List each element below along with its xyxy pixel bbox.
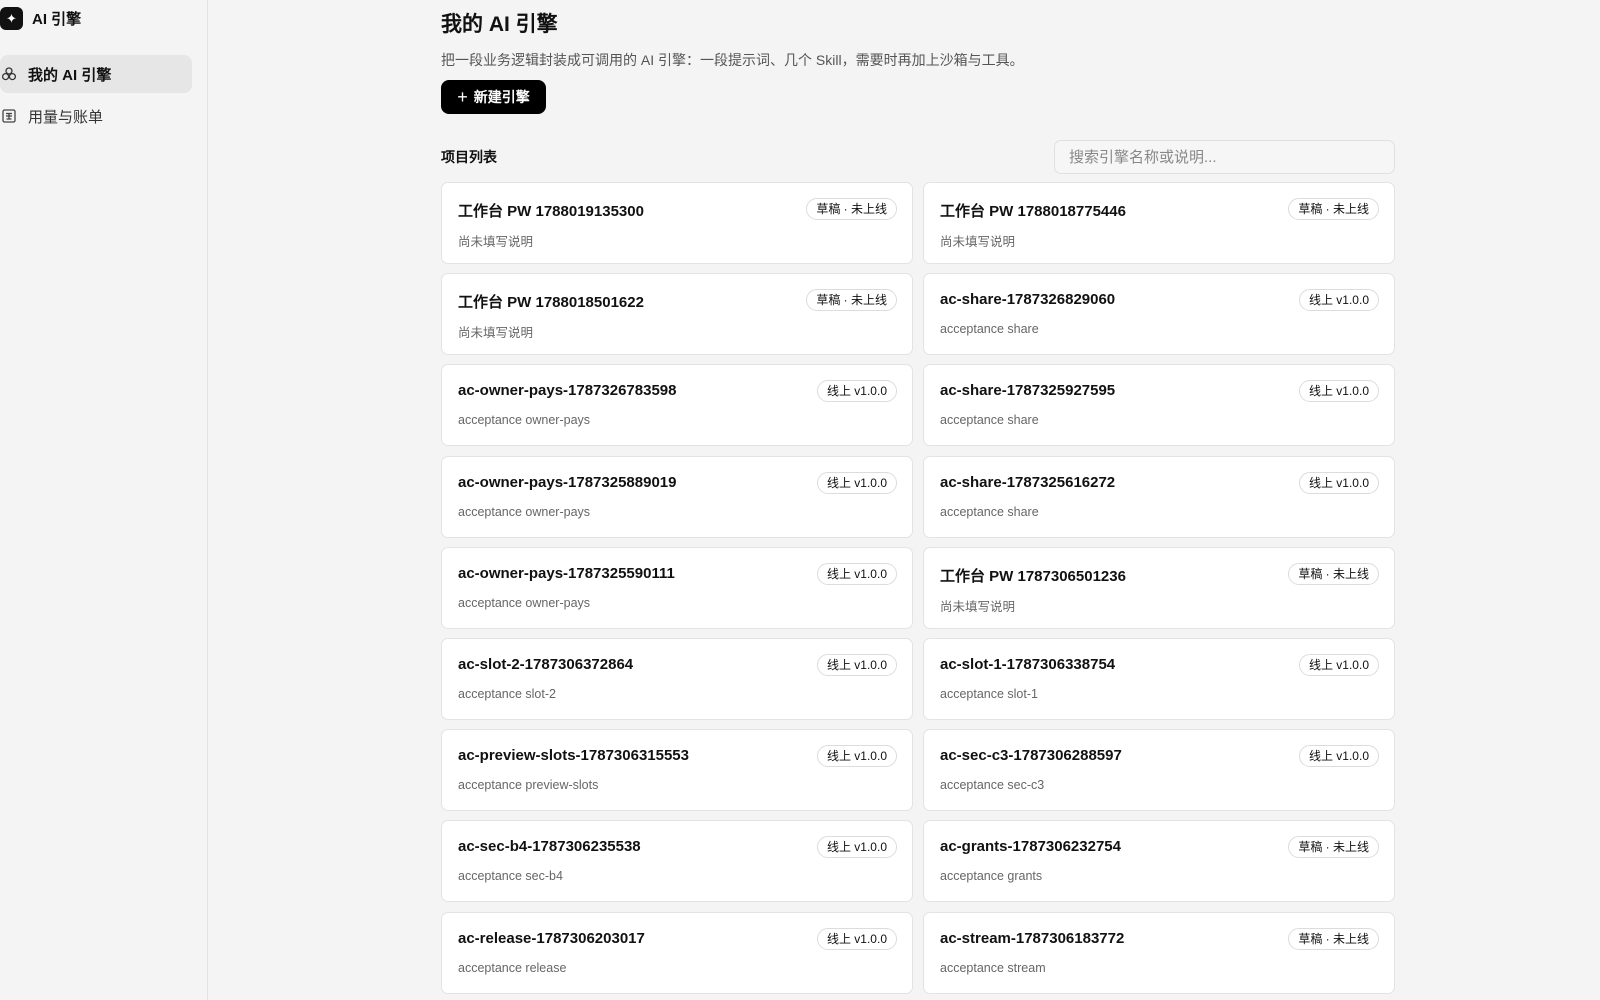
page-title: 我的 AI 引擎 — [441, 13, 558, 36]
status-badge: 线上 v1.0.0 — [816, 562, 897, 585]
engine-card-description: acceptance slot-1 — [940, 686, 1038, 701]
sidebar: ✦ AI 引擎 我的 AI 引擎 用量与账单 — [0, 0, 208, 1000]
brand-name: AI 引擎 — [32, 10, 82, 28]
sidebar-item-my-engines[interactable]: 我的 AI 引擎 — [0, 55, 192, 93]
engine-card-description: acceptance share — [940, 322, 1039, 337]
status-badge: 草稿 · 未上线 — [806, 289, 897, 312]
engine-card-title: ac-stream-1787306183772 — [940, 929, 1125, 947]
engine-card-title: ac-sec-b4-1787306235538 — [458, 838, 641, 856]
engine-card-description: acceptance slot-2 — [458, 686, 556, 701]
engines-icon — [0, 65, 18, 83]
sidebar-item-label: 我的 AI 引擎 — [28, 66, 112, 84]
new-engine-button[interactable]: + 新建引擎 — [441, 80, 546, 114]
engine-card-description: acceptance share — [940, 504, 1039, 519]
status-badge: 线上 v1.0.0 — [1298, 471, 1379, 494]
status-badge: 草稿 · 未上线 — [1288, 562, 1379, 585]
engine-card-description: 尚未填写说明 — [940, 235, 1016, 249]
engine-card[interactable]: ac-stream-1787306183772 草稿 · 未上线 acceptanc… — [923, 911, 1395, 994]
engine-card-description: 尚未填写说明 — [940, 599, 1016, 614]
new-engine-label: 新建引擎 — [473, 89, 530, 105]
sidebar-item-usage-billing[interactable]: 用量与账单 — [0, 97, 192, 135]
engine-card-title: ac-owner-pays-1787325889019 — [458, 473, 677, 491]
status-badge: 线上 v1.0.0 — [816, 836, 897, 859]
status-badge: 线上 v1.0.0 — [816, 927, 897, 950]
engine-card-description: 尚未填写说明 — [458, 235, 534, 249]
status-badge: 草稿 · 未上线 — [1288, 198, 1379, 220]
page-description: 把一段业务逻辑封装成可调用的 AI 引擎：一段提示词、几个 Skill，需要时再… — [441, 52, 1024, 68]
engine-card[interactable]: ac-owner-pays-1787326783598 线上 v1.0.0 acce… — [441, 364, 913, 447]
engine-card-title: 工作台 PW 1787306501236 — [940, 567, 1126, 585]
engine-card-description: acceptance release — [458, 960, 567, 975]
status-badge: 草稿 · 未上线 — [1288, 927, 1379, 950]
status-badge: 草稿 · 未上线 — [806, 198, 897, 220]
engine-card-title: 工作台 PW 1788019135300 — [458, 203, 644, 220]
engine-card[interactable]: ac-preview-slots-1787306315553 线上 v1.0.0 a… — [441, 729, 913, 812]
status-badge: 线上 v1.0.0 — [1298, 289, 1379, 312]
engine-card-description: acceptance share — [940, 413, 1039, 428]
engine-card-description: acceptance sec-c3 — [940, 778, 1045, 793]
engine-card-description: 尚未填写说明 — [458, 326, 534, 341]
status-badge: 草稿 · 未上线 — [1288, 836, 1379, 859]
status-badge: 线上 v1.0.0 — [816, 745, 897, 768]
engine-card-description: acceptance stream — [940, 960, 1046, 975]
status-badge: 线上 v1.0.0 — [1298, 653, 1379, 676]
engine-card[interactable]: ac-owner-pays-1787325889019 线上 v1.0.0 acce… — [441, 455, 913, 538]
project-grid: 工作台 PW 1788019135300 草稿 · 未上线 尚未填写说明 工作台 PW… — [441, 182, 1395, 994]
engine-card[interactable]: 工作台 PW 1788019135300 草稿 · 未上线尚未填写说明 — [441, 182, 913, 264]
status-badge: 线上 v1.0.0 — [816, 471, 897, 494]
engine-card[interactable]: ac-release-1787306203017 线上 v1.0.0 accepta… — [441, 911, 913, 994]
engine-card[interactable]: ac-sec-c3-1787306288597 线上 v1.0.0 acceptan… — [923, 729, 1395, 812]
status-badge: 线上 v1.0.0 — [1298, 745, 1379, 768]
engine-card-title: ac-share-1787325927595 — [940, 382, 1116, 400]
engine-card-description: acceptance preview-slots — [458, 778, 599, 793]
sparkle-icon: ✦ — [0, 6, 23, 30]
engine-card-title: ac-owner-pays-1787325590111 — [458, 564, 675, 582]
engine-card-title: ac-share-1787326829060 — [940, 291, 1116, 309]
sidebar-item-label: 用量与账单 — [28, 108, 104, 126]
engine-card[interactable]: ac-share-1787326829060 线上 v1.0.0 acceptanc… — [923, 273, 1395, 356]
engine-card-title: ac-sec-c3-1787306288597 — [940, 747, 1122, 765]
engine-card-description: acceptance grants — [940, 869, 1043, 884]
engine-card-title: 工作台 PW 1788018775446 — [940, 203, 1126, 220]
billing-icon — [0, 107, 18, 125]
engine-card-title: ac-slot-1-1787306338754 — [940, 655, 1116, 673]
engine-card[interactable]: ac-slot-2-1787306372864 线上 v1.0.0 acceptan… — [441, 637, 913, 720]
status-badge: 线上 v1.0.0 — [816, 653, 897, 676]
engine-card[interactable]: 工作台 PW 1788018501622 草稿 · 未上线尚未填写说明 — [441, 273, 913, 356]
engine-card-description: acceptance owner-pays — [458, 595, 591, 610]
engine-card-title: ac-share-1787325616272 — [940, 473, 1116, 491]
project-list-title: 项目列表 — [441, 149, 497, 165]
engine-card-description: acceptance owner-pays — [458, 504, 591, 519]
engine-card-title: ac-owner-pays-1787326783598 — [458, 382, 677, 400]
engine-card[interactable]: ac-share-1787325927595 线上 v1.0.0 acceptanc… — [923, 364, 1395, 447]
engine-card[interactable]: ac-sec-b4-1787306235538 线上 v1.0.0 acceptan… — [441, 820, 913, 903]
status-badge: 线上 v1.0.0 — [816, 380, 897, 403]
app-root: ✦ AI 引擎 我的 AI 引擎 用量与账单 我的 AI 引擎 把一段业务逻辑封… — [0, 0, 1600, 1000]
engine-card-description: acceptance owner-pays — [458, 413, 591, 428]
status-badge: 线上 v1.0.0 — [1298, 380, 1379, 403]
engine-card[interactable]: ac-grants-1787306232754 草稿 · 未上线 acceptanc… — [923, 820, 1395, 903]
plus-icon: + — [457, 87, 468, 107]
search-input[interactable] — [1054, 140, 1395, 174]
brand[interactable]: ✦ AI 引擎 — [0, 6, 81, 30]
engine-card[interactable]: ac-share-1787325616272 线上 v1.0.0 acceptanc… — [923, 455, 1395, 538]
engine-card-title: ac-preview-slots-1787306315553 — [458, 747, 689, 765]
engine-card[interactable]: 工作台 PW 1787306501236 草稿 · 未上线尚未填写说明 — [923, 546, 1395, 629]
engine-card[interactable]: 工作台 PW 1788018775446 草稿 · 未上线尚未填写说明 — [923, 182, 1395, 264]
engine-card-title: ac-release-1787306203017 — [458, 929, 645, 947]
engine-card[interactable]: ac-slot-1-1787306338754 线上 v1.0.0 acceptan… — [923, 637, 1395, 720]
engine-card-title: ac-slot-2-1787306372864 — [458, 655, 634, 673]
engine-card-title: 工作台 PW 1788018501622 — [458, 294, 644, 312]
engine-card-description: acceptance sec-b4 — [458, 869, 563, 884]
engine-card[interactable]: ac-owner-pays-1787325590111 线上 v1.0.0 acce… — [441, 546, 913, 629]
engine-card-title: ac-grants-1787306232754 — [940, 838, 1121, 856]
